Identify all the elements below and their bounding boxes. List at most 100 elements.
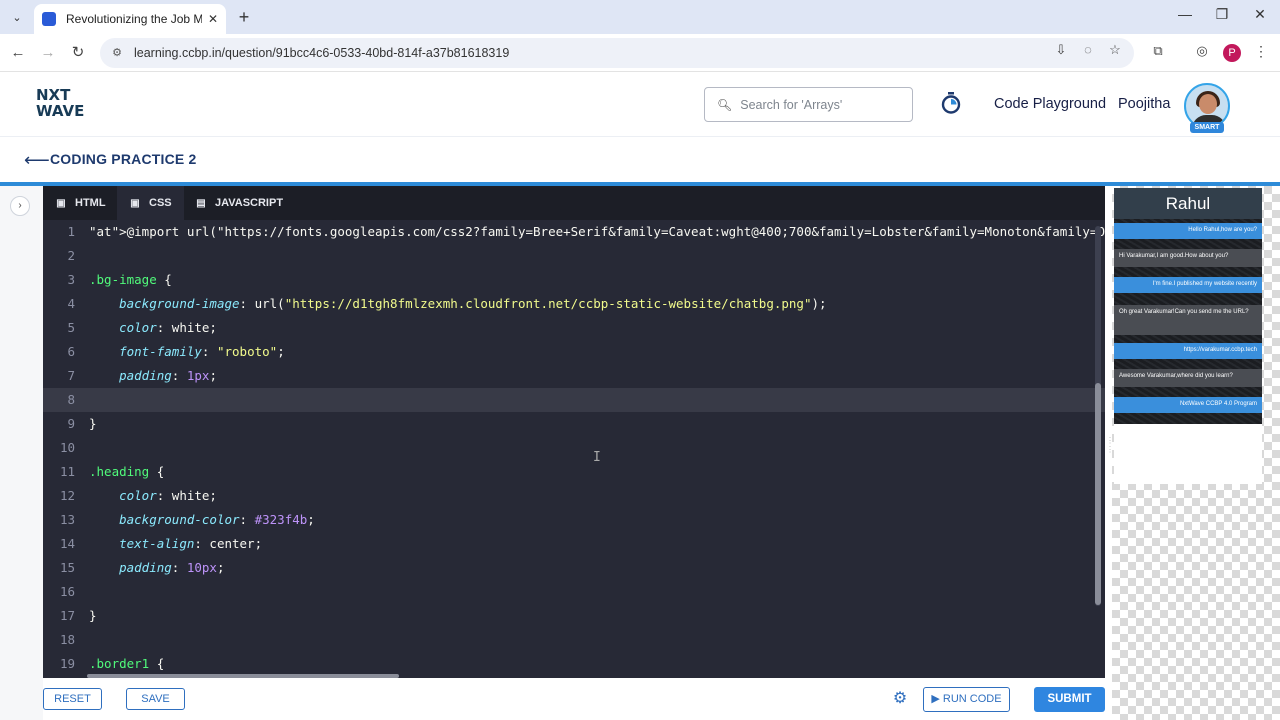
tab-html-label: HTML: [75, 197, 106, 209]
line-number: 5: [67, 320, 75, 335]
tab-javascript-label: JAVASCRIPT: [215, 197, 284, 209]
line-number: 6: [67, 344, 75, 359]
chat-message: Oh great Varakumar!Can you send me the U…: [1114, 305, 1262, 335]
text-cursor-icon: I: [593, 450, 601, 465]
save-button[interactable]: SAVE: [126, 688, 185, 710]
chat-message: I'm fine.I published my website recently: [1114, 277, 1262, 293]
profile-avatar[interactable]: P: [1223, 44, 1241, 62]
maximize-icon[interactable]: ❐: [1207, 6, 1237, 23]
code-text: padding: 1px;: [119, 368, 217, 383]
search-input[interactable]: 🔍︎ Search for 'Arrays': [704, 87, 913, 122]
user-avatar[interactable]: SMART: [1181, 83, 1233, 133]
logo-line2: WAVE: [36, 102, 85, 120]
chat-message: https://varakumar.ccbp.tech: [1114, 343, 1262, 359]
code-line[interactable]: 18: [43, 628, 1105, 652]
tab-close-icon[interactable]: ✕: [208, 12, 218, 26]
nxtwave-logo[interactable]: NXT WAVE: [36, 87, 106, 123]
favicon-icon: [42, 12, 56, 26]
stopwatch-icon[interactable]: [941, 92, 961, 114]
editor-tabs: ▣ HTML ▣ CSS ▤ JAVASCRIPT: [43, 186, 1105, 220]
code-text: .border1 {: [89, 656, 165, 671]
line-number: 12: [59, 488, 75, 503]
line-number: 3: [67, 272, 75, 287]
eye-off-icon[interactable]: ◌: [1078, 42, 1098, 57]
line-number: 8: [67, 392, 75, 407]
browser-tab[interactable]: Revolutionizing the Job Market ✕: [34, 4, 226, 34]
window-close-icon[interactable]: ✕: [1245, 6, 1275, 23]
practice-title-bar: ⟵ CODING PRACTICE 2: [0, 138, 1280, 182]
user-name[interactable]: Poojitha: [1118, 96, 1170, 112]
tab-javascript[interactable]: ▤ JAVASCRIPT: [183, 186, 295, 220]
code-line[interactable]: 10: [43, 436, 1105, 460]
line-number: 10: [59, 440, 75, 455]
code-line[interactable]: 8: [43, 388, 1105, 412]
tab-title: Revolutionizing the Job Market: [66, 12, 202, 26]
code-area[interactable]: 1 "at">@import url("https://fonts.googlea…: [43, 220, 1105, 678]
play-icon: ▶: [931, 693, 940, 705]
code-line[interactable]: 9}: [43, 412, 1105, 436]
reset-button[interactable]: RESET: [43, 688, 102, 710]
url-field[interactable]: ⚙ learning.ccbp.in/question/91bcc4c6-053…: [100, 38, 1134, 68]
browser-menu-icon[interactable]: ⋮: [1254, 43, 1268, 60]
tab-search-icon[interactable]: ⌄: [6, 7, 28, 27]
code-line[interactable]: 5 color: white;: [43, 316, 1105, 340]
code-text: }: [89, 416, 97, 431]
code-playground-link[interactable]: Code Playground: [994, 96, 1106, 112]
code-line[interactable]: 15 padding: 10px;: [43, 556, 1105, 580]
code-line[interactable]: 12 color: white;: [43, 484, 1105, 508]
site-info-icon[interactable]: ⚙: [110, 46, 124, 60]
vertical-scrollbar-thumb[interactable]: [1095, 383, 1101, 605]
code-line[interactable]: 3 .bg-image {: [43, 268, 1105, 292]
run-code-label: RUN CODE: [942, 693, 1002, 705]
line-number: 15: [59, 560, 75, 575]
html5-icon: ▣: [56, 197, 66, 209]
output-preview: Rahul Hello Rahul,how are you? Hi Varakum…: [1114, 188, 1262, 484]
code-line[interactable]: 19 .border1 {: [43, 652, 1105, 676]
submit-button[interactable]: SUBMIT: [1034, 687, 1105, 712]
expand-panel-chevron-icon[interactable]: ›: [10, 196, 30, 216]
line-number: 9: [67, 416, 75, 431]
preview-heading: Rahul: [1114, 188, 1262, 219]
run-code-button[interactable]: ▶ RUN CODE: [923, 687, 1010, 712]
resize-handle[interactable]: ⋮ ⋮: [1106, 436, 1114, 466]
code-text: background-color: #323f4b;: [119, 512, 315, 527]
line-number: 17: [59, 608, 75, 623]
tab-css-label: CSS: [149, 197, 172, 209]
code-text: color: white;: [119, 320, 217, 335]
line-number: 11: [59, 464, 75, 479]
code-line[interactable]: 2: [43, 244, 1105, 268]
back-arrow-icon[interactable]: ⟵: [24, 150, 50, 171]
code-line[interactable]: 14 text-align: center;: [43, 532, 1105, 556]
new-tab-icon[interactable]: +: [234, 7, 254, 28]
settings-gear-icon[interactable]: ⚙: [891, 690, 909, 708]
chrome-labs-icon[interactable]: ◎: [1192, 43, 1212, 59]
code-text: "at">@import url("https://fonts.googleap…: [89, 224, 1105, 239]
extensions-icon[interactable]: ⧉: [1148, 43, 1168, 59]
forward-icon[interactable]: →: [38, 43, 58, 63]
reload-icon[interactable]: ↻: [68, 43, 88, 63]
code-line[interactable]: 13 background-color: #323f4b;: [43, 508, 1105, 532]
tab-css[interactable]: ▣ CSS: [117, 186, 184, 220]
code-line[interactable]: 16: [43, 580, 1105, 604]
code-text: color: white;: [119, 488, 217, 503]
bookmark-star-icon[interactable]: ☆: [1105, 42, 1125, 58]
address-bar-row: ← → ↻ ⚙ learning.ccbp.in/question/91bcc4…: [0, 34, 1280, 72]
page-title: CODING PRACTICE 2: [50, 151, 197, 167]
code-editor[interactable]: ▣ HTML ▣ CSS ▤ JAVASCRIPT 1 "at">@import …: [43, 186, 1105, 678]
code-line[interactable]: 7 padding: 1px;: [43, 364, 1105, 388]
chat-message: NxtWave CCBP 4.0 Program: [1114, 397, 1262, 413]
code-line[interactable]: 11 .heading {: [43, 460, 1105, 484]
minimize-icon[interactable]: —: [1170, 6, 1200, 22]
code-line[interactable]: 1 "at">@import url("https://fonts.googlea…: [43, 220, 1105, 244]
code-line[interactable]: 17}: [43, 604, 1105, 628]
back-icon[interactable]: ←: [8, 43, 28, 63]
code-line[interactable]: 4 background-image: url("https://d1tgh8f…: [43, 292, 1105, 316]
chat-message: Hello Rahul,how are you?: [1114, 223, 1262, 239]
left-gutter: [0, 186, 43, 720]
line-number: 13: [59, 512, 75, 527]
code-text: font-family: "roboto";: [119, 344, 285, 359]
install-app-icon[interactable]: ⇩: [1051, 42, 1071, 58]
code-text: padding: 10px;: [119, 560, 225, 575]
code-line[interactable]: 6 font-family: "roboto";: [43, 340, 1105, 364]
tab-html[interactable]: ▣ HTML: [43, 186, 118, 220]
